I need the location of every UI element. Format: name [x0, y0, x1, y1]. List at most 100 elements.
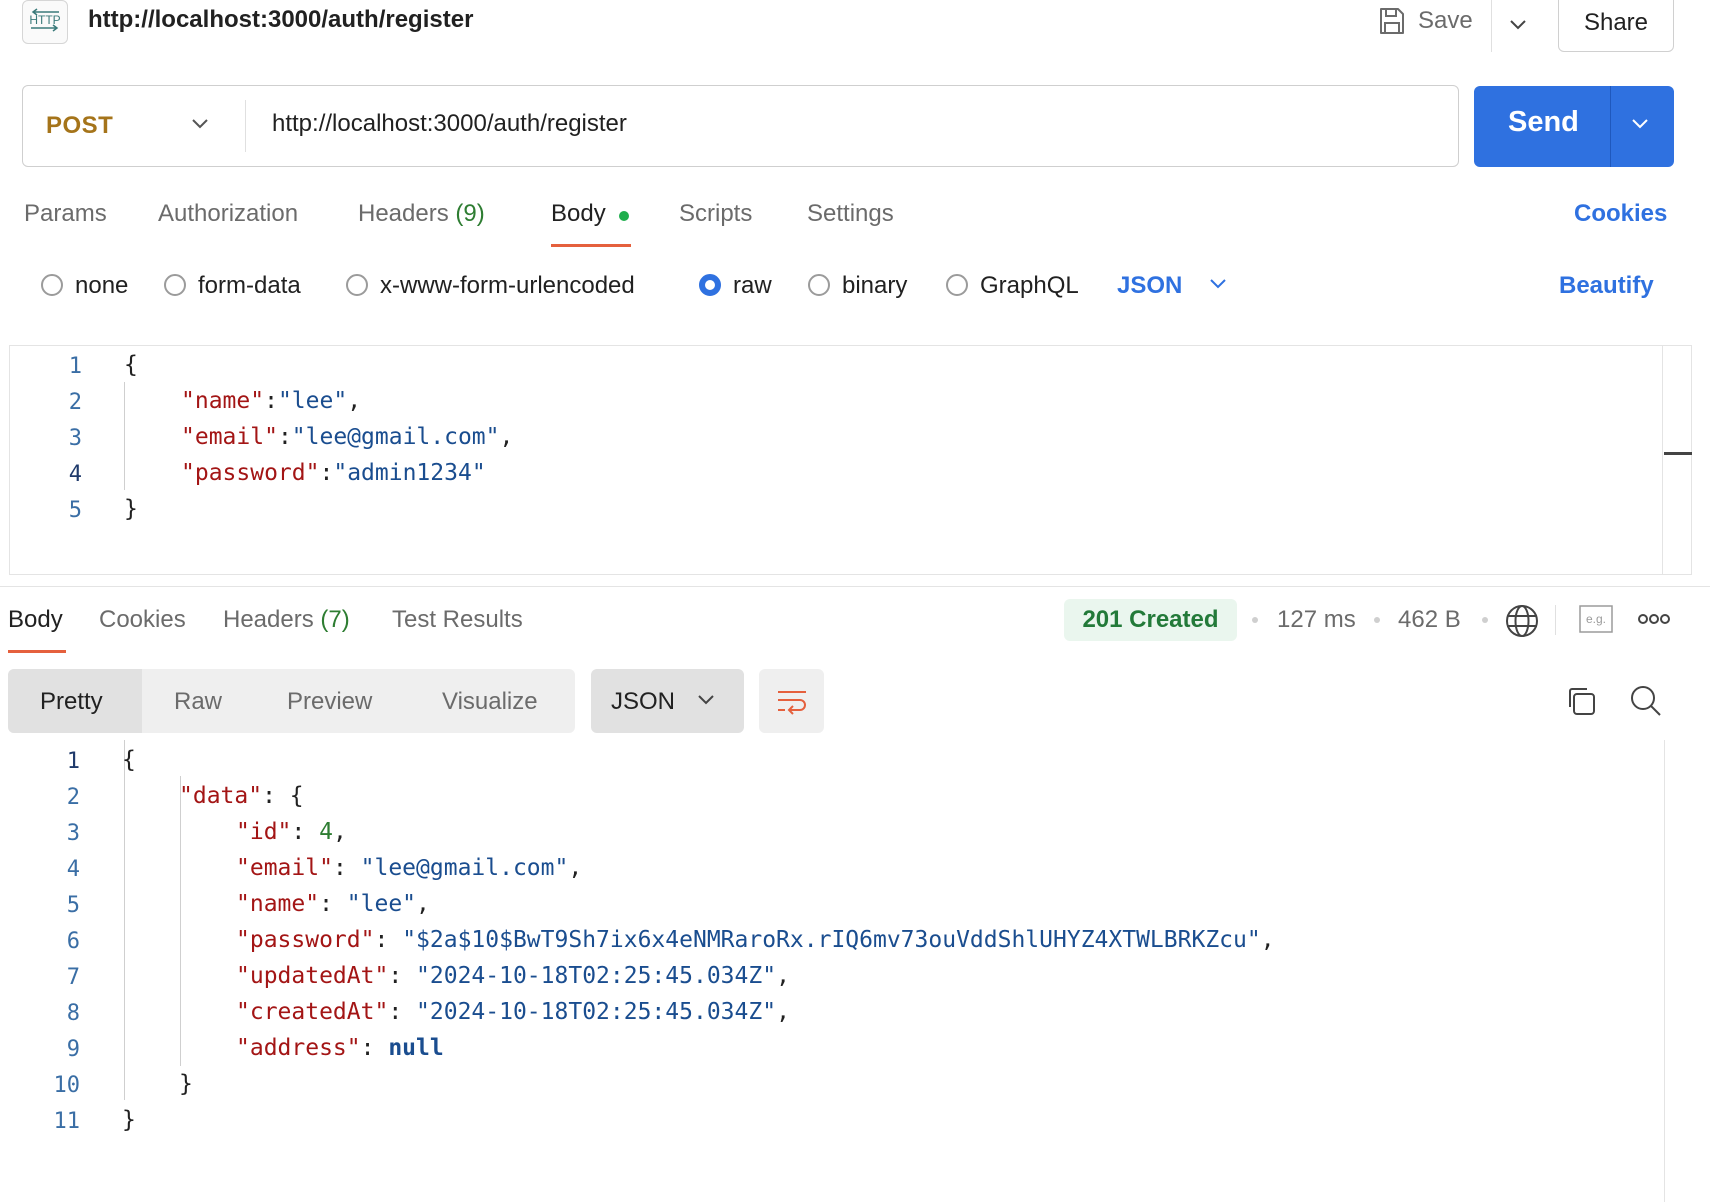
response-tab-cookies[interactable]: Cookies: [99, 606, 186, 634]
send-label[interactable]: Send: [1508, 106, 1579, 139]
save-button[interactable]: Save: [1378, 6, 1473, 36]
radio-urlencoded-label[interactable]: x-www-form-urlencoded: [380, 272, 635, 300]
line-number: 9: [66, 1037, 80, 1062]
header-divider: [1491, 0, 1492, 52]
radio-form-data[interactable]: [164, 274, 186, 296]
radio-none-label[interactable]: none: [75, 272, 128, 300]
response-divider: [0, 586, 1710, 587]
chevron-down-icon: [1510, 20, 1526, 30]
url-bar: [22, 85, 1459, 167]
editor-scroll-marker[interactable]: [1664, 452, 1692, 455]
radio-binary-label[interactable]: binary: [842, 272, 907, 300]
response-code-line: {: [122, 747, 136, 773]
line-number: 5: [68, 498, 82, 523]
body-modified-indicator: [619, 211, 629, 221]
chevron-down-icon[interactable]: [1208, 276, 1228, 290]
response-headers-label: Headers: [223, 606, 314, 633]
response-code-line: }: [179, 1071, 193, 1097]
tab-params[interactable]: Params: [24, 200, 107, 228]
radio-graphql[interactable]: [946, 274, 968, 296]
code-line: "email":"lee@gmail.com",: [181, 424, 514, 450]
save-options-button[interactable]: [1500, 8, 1536, 40]
body-format-dropdown[interactable]: JSON: [1117, 272, 1182, 300]
code-line: "name":"lee",: [181, 388, 362, 414]
response-tab-headers[interactable]: Headers (7): [223, 606, 350, 634]
meta-divider: [1555, 605, 1556, 635]
response-time[interactable]: 127 ms: [1277, 606, 1356, 634]
response-code-line: "address": null: [236, 1035, 444, 1061]
cookies-link[interactable]: Cookies: [1574, 200, 1667, 228]
tab-body[interactable]: Body: [551, 200, 606, 228]
save-label: Save: [1418, 7, 1473, 34]
response-tab-body[interactable]: Body: [8, 606, 63, 634]
chevron-down-icon[interactable]: [190, 116, 210, 130]
code-line: }: [124, 496, 138, 522]
url-separator: [245, 100, 246, 152]
send-separator: [1610, 86, 1611, 167]
view-mode-preview[interactable]: Preview: [287, 688, 372, 716]
tab-headers-label: Headers: [358, 200, 449, 227]
response-headers-count: (7): [320, 606, 350, 633]
tab-authorization[interactable]: Authorization: [158, 200, 298, 228]
globe-icon[interactable]: [1504, 603, 1540, 639]
line-number: 1: [66, 749, 80, 774]
response-code-line: "name": "lee",: [236, 891, 430, 917]
line-number: 2: [68, 390, 82, 415]
response-active-underline: [8, 650, 66, 653]
radio-graphql-label[interactable]: GraphQL: [980, 272, 1079, 300]
response-format-label[interactable]: JSON: [611, 688, 675, 716]
beautify-button[interactable]: Beautify: [1559, 272, 1654, 300]
indent-guide: [124, 740, 125, 1100]
http-request-icon: HTTP: [22, 0, 68, 44]
method-selector[interactable]: POST: [46, 112, 113, 140]
tab-scripts[interactable]: Scripts: [679, 200, 752, 228]
http-icon-text: HTTP: [29, 13, 60, 27]
response-scrollbar-track[interactable]: [1664, 740, 1665, 1202]
line-number: 3: [66, 821, 80, 846]
search-icon[interactable]: [1629, 684, 1663, 718]
line-number: 1: [68, 354, 82, 379]
response-code-line: "email": "lee@gmail.com",: [236, 855, 583, 881]
indent-guide: [180, 776, 181, 1066]
line-number: 8: [66, 1001, 80, 1026]
line-number: 6: [66, 929, 80, 954]
copy-icon[interactable]: [1565, 685, 1597, 717]
wrap-lines-button[interactable]: [759, 669, 824, 733]
editor-scrollbar-track: [1662, 346, 1663, 574]
response-code-line: "password": "$2a$10$BwT9Sh7ix6x4eNMRaroR…: [236, 927, 1275, 953]
example-icon[interactable]: e.g.: [1579, 605, 1613, 633]
view-mode-raw[interactable]: Raw: [174, 688, 222, 716]
active-tab-underline: [551, 244, 631, 247]
radio-raw-label[interactable]: raw: [733, 272, 772, 300]
status-badge[interactable]: 201 Created: [1064, 599, 1237, 641]
line-number: 11: [53, 1109, 81, 1134]
chevron-down-icon[interactable]: [1630, 116, 1650, 130]
response-size[interactable]: 462 B: [1398, 606, 1461, 634]
more-options-icon[interactable]: [1638, 612, 1670, 626]
line-number: 10: [53, 1073, 81, 1098]
radio-binary[interactable]: [808, 274, 830, 296]
line-number: 5: [66, 893, 80, 918]
tab-headers-count: (9): [455, 200, 485, 227]
response-code-line: }: [122, 1107, 136, 1133]
response-tab-test-results[interactable]: Test Results: [392, 606, 523, 634]
chevron-down-icon[interactable]: [696, 692, 716, 706]
share-button[interactable]: Share: [1558, 0, 1674, 52]
request-title[interactable]: http://localhost:3000/auth/register: [88, 6, 473, 34]
radio-raw[interactable]: [699, 274, 721, 296]
radio-none[interactable]: [41, 274, 63, 296]
wrap-lines-icon: [777, 691, 806, 715]
line-number: 3: [68, 426, 82, 451]
code-line: "password":"admin1234": [181, 460, 486, 486]
example-icon-text: e.g.: [1586, 612, 1606, 626]
meta-separator-dot: [1252, 617, 1258, 623]
view-mode-pretty[interactable]: Pretty: [40, 688, 103, 716]
radio-form-data-label[interactable]: form-data: [198, 272, 301, 300]
response-code-line: "id": 4,: [236, 819, 347, 845]
tab-headers[interactable]: Headers (9): [358, 200, 485, 228]
view-mode-visualize[interactable]: Visualize: [442, 688, 538, 716]
tab-settings[interactable]: Settings: [807, 200, 894, 228]
response-code-line: "createdAt": "2024-10-18T02:25:45.034Z",: [236, 999, 790, 1025]
url-input[interactable]: http://localhost:3000/auth/register: [272, 110, 627, 138]
radio-urlencoded[interactable]: [346, 274, 368, 296]
